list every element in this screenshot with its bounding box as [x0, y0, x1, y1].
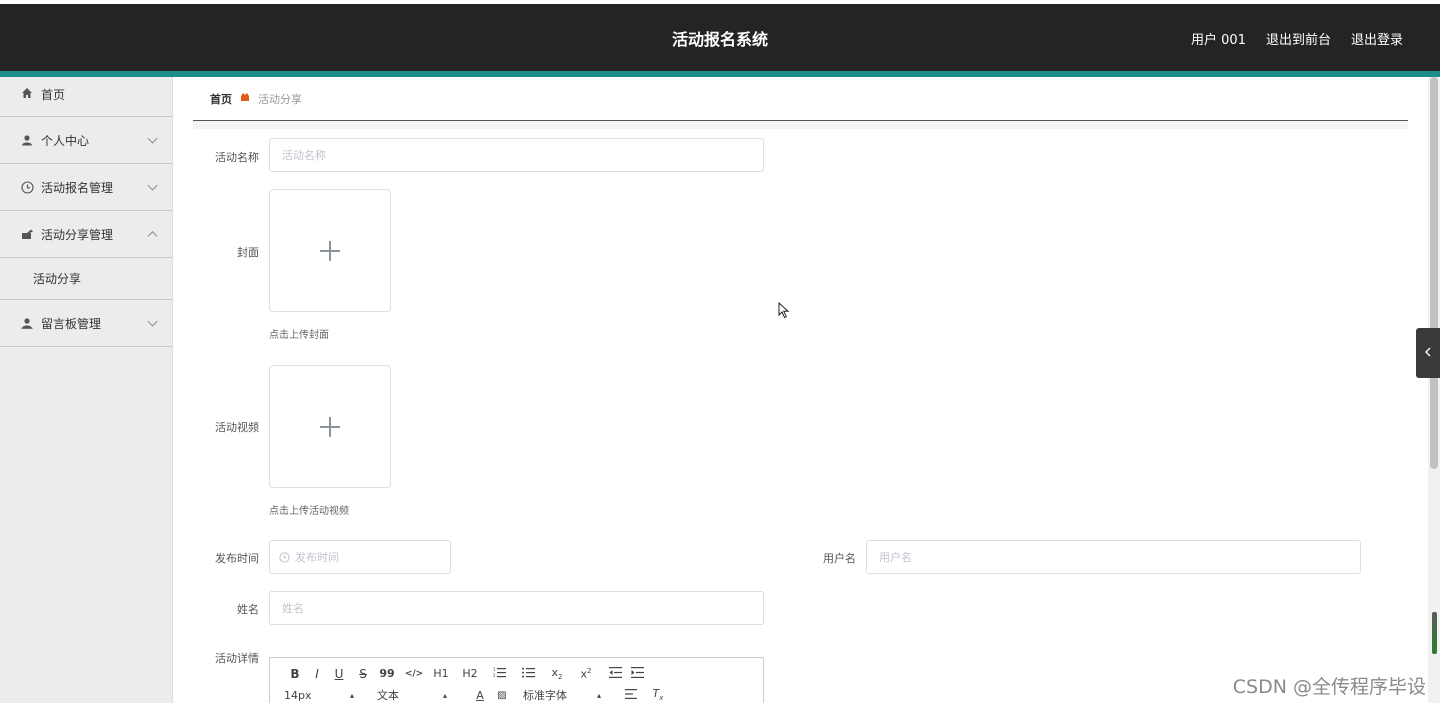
- content-band: [193, 121, 1408, 129]
- page-scrollbar[interactable]: [1428, 77, 1440, 703]
- editor-toolbar-row2: 14px ▴ 文本 ▴ A ▨ 标准字体 ▴ Tx: [284, 687, 669, 703]
- subscript-button[interactable]: x2: [546, 666, 568, 681]
- username-field[interactable]: [866, 540, 1361, 574]
- share-icon: [20, 227, 34, 241]
- italic-button[interactable]: I: [306, 667, 328, 681]
- sidebar-item-signup-management[interactable]: 活动报名管理: [0, 164, 172, 211]
- h1-button[interactable]: H1: [430, 667, 452, 680]
- rich-text-editor[interactable]: B I U S 99 </> H1 H2 12 x2 x2 14px ▴ 文本 …: [269, 657, 764, 703]
- video-label: 活动视频: [215, 421, 259, 434]
- indent-icon[interactable]: [626, 666, 648, 681]
- back-to-front-link[interactable]: 退出到前台: [1266, 29, 1331, 48]
- breadcrumb-current: 活动分享: [258, 92, 302, 106]
- font-family-value: 标准字体: [523, 689, 567, 702]
- clock-icon: [279, 551, 290, 563]
- header-links: 用户 001 退出到前台 退出登录: [1191, 29, 1403, 48]
- bullet-list-icon[interactable]: [510, 667, 546, 681]
- code-button[interactable]: </>: [398, 669, 430, 679]
- clear-format-icon[interactable]: Tx: [647, 687, 669, 702]
- chevron-left-icon: [1424, 346, 1432, 360]
- user-icon: [20, 316, 34, 330]
- chevron-down-icon: [147, 180, 158, 191]
- sidebar-item-share-management[interactable]: 活动分享管理: [0, 211, 172, 258]
- sidebar-item-message-board[interactable]: 留言板管理: [0, 300, 172, 347]
- text-type-select[interactable]: 文本 ▴: [377, 687, 447, 703]
- chevron-down-icon: [147, 133, 158, 144]
- quote-button[interactable]: 99: [376, 667, 398, 680]
- sidebar-subitem-activity-share[interactable]: 活动分享: [0, 258, 172, 300]
- realname-input[interactable]: [282, 601, 763, 615]
- svg-text:2: 2: [493, 673, 496, 678]
- scrollbar-thumb[interactable]: [1430, 77, 1438, 469]
- superscript-button[interactable]: x2: [568, 667, 604, 681]
- sidebar-item-label: 活动分享管理: [41, 227, 114, 242]
- activity-name-label: 活动名称: [215, 151, 259, 164]
- sidebar: 首页 个人中心 活动报名管理 活动分享管理 活动分享 留言板管理: [0, 77, 173, 703]
- home-icon: [20, 86, 34, 100]
- sidebar-item-label: 留言板管理: [41, 316, 102, 331]
- font-color-icon[interactable]: A: [469, 689, 491, 702]
- background-color-icon[interactable]: ▨: [491, 690, 513, 701]
- cover-label: 封面: [237, 246, 259, 259]
- font-size-value: 14px: [284, 688, 312, 702]
- sidebar-item-label: 活动报名管理: [41, 180, 114, 195]
- underline-button[interactable]: U: [328, 667, 350, 681]
- side-panel-toggle[interactable]: [1416, 328, 1440, 378]
- h2-button[interactable]: H2: [452, 667, 488, 680]
- cover-uploader[interactable]: [269, 189, 391, 312]
- bold-button[interactable]: B: [284, 667, 306, 681]
- align-icon[interactable]: [615, 688, 647, 702]
- svg-text:1: 1: [493, 667, 496, 672]
- sidebar-item-home[interactable]: 首页: [0, 77, 172, 117]
- cover-upload-hint: 点击上传封面: [269, 330, 329, 341]
- updown-icon: ▴: [596, 690, 601, 700]
- strike-button[interactable]: S: [350, 667, 376, 681]
- publish-time-input[interactable]: [295, 550, 450, 564]
- realname-label: 姓名: [237, 603, 259, 616]
- chevron-down-icon: [147, 316, 158, 327]
- scroll-handle-indicator[interactable]: [1432, 612, 1437, 654]
- breadcrumb: 首页 活动分享: [193, 77, 1408, 121]
- clock-icon: [20, 180, 34, 194]
- breadcrumb-separator-icon: [240, 92, 250, 105]
- username-label: 用户名: [823, 552, 856, 565]
- activity-name-input[interactable]: [282, 148, 763, 162]
- user-icon: [20, 133, 34, 147]
- font-family-select[interactable]: 标准字体 ▴: [523, 687, 601, 703]
- ordered-list-icon[interactable]: 12: [488, 667, 510, 681]
- outdent-icon[interactable]: [604, 666, 626, 681]
- video-upload-hint: 点击上传活动视频: [269, 506, 349, 517]
- main-content: 首页 活动分享 活动名称 封面 点击上传封面 活动视频 点击上传活动视频 发布时…: [193, 77, 1408, 703]
- username-input[interactable]: [879, 550, 1360, 564]
- plus-icon: [320, 240, 340, 261]
- chevron-up-icon: [147, 231, 158, 242]
- current-user-label[interactable]: 用户 001: [1191, 29, 1246, 48]
- updown-icon: ▴: [349, 690, 354, 700]
- detail-label: 活动详情: [215, 652, 259, 665]
- sidebar-item-personal-center[interactable]: 个人中心: [0, 117, 172, 164]
- video-uploader[interactable]: [269, 365, 391, 488]
- editor-toolbar-row1: B I U S 99 </> H1 H2 12 x2 x2: [284, 666, 648, 681]
- publish-time-label: 发布时间: [215, 552, 259, 565]
- breadcrumb-home[interactable]: 首页: [210, 91, 232, 107]
- watermark: CSDN @全传程序毕设: [1232, 676, 1426, 698]
- sidebar-item-label: 个人中心: [41, 133, 90, 148]
- top-header: 活动报名系统 用户 001 退出到前台 退出登录: [0, 0, 1440, 77]
- mouse-cursor-icon: [778, 301, 790, 322]
- sidebar-subitem-label: 活动分享: [33, 272, 82, 286]
- text-type-value: 文本: [377, 689, 399, 702]
- logout-link[interactable]: 退出登录: [1351, 29, 1403, 48]
- font-size-select[interactable]: 14px ▴: [284, 689, 354, 702]
- realname-field[interactable]: [269, 591, 764, 625]
- updown-icon: ▴: [442, 690, 447, 700]
- publish-time-field[interactable]: [269, 540, 451, 574]
- activity-name-field[interactable]: [269, 138, 764, 172]
- sidebar-item-label: 首页: [41, 88, 66, 102]
- plus-icon: [320, 416, 340, 437]
